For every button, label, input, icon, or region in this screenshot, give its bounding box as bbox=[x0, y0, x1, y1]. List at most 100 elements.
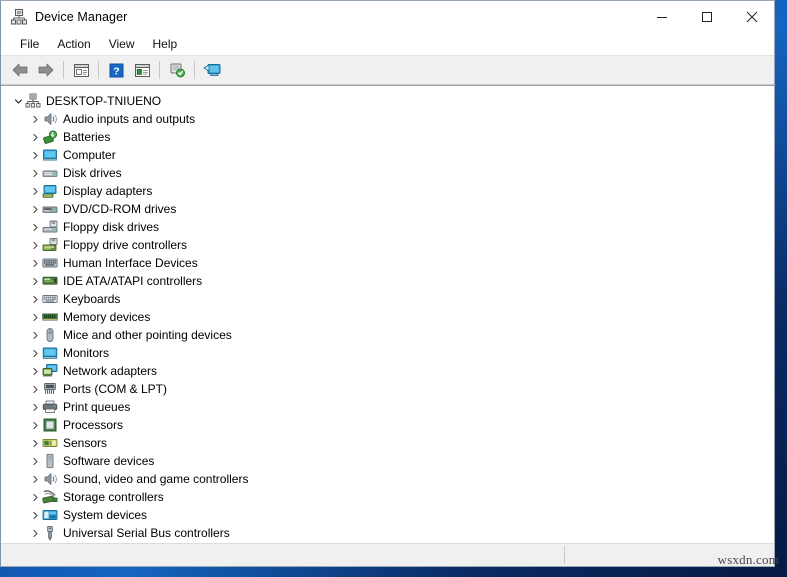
dvd-drive-icon bbox=[42, 201, 58, 217]
chevron-right-icon[interactable] bbox=[28, 115, 42, 124]
tree-node-label: Floppy disk drives bbox=[63, 220, 160, 234]
sound-controller-icon bbox=[42, 471, 58, 487]
tree-node-system-devices[interactable]: System devices bbox=[1, 506, 774, 524]
chevron-right-icon[interactable] bbox=[28, 367, 42, 376]
forward-button[interactable] bbox=[33, 58, 59, 82]
chevron-right-icon[interactable] bbox=[28, 457, 42, 466]
chevron-right-icon[interactable] bbox=[28, 529, 42, 538]
computer-root-icon bbox=[25, 93, 41, 109]
tree-node-processors[interactable]: Processors bbox=[1, 416, 774, 434]
tree-node-label: Memory devices bbox=[63, 310, 151, 324]
tree-node-mice-and-other-pointing-devices[interactable]: Mice and other pointing devices bbox=[1, 326, 774, 344]
tree-node-floppy-disk-drives[interactable]: Floppy disk drives bbox=[1, 218, 774, 236]
chevron-right-icon[interactable] bbox=[28, 385, 42, 394]
chevron-right-icon[interactable] bbox=[28, 421, 42, 430]
tree-root-node[interactable]: DESKTOP-TNIUENO bbox=[1, 92, 774, 110]
speaker-icon bbox=[42, 111, 58, 127]
scan-for-hardware-changes-button[interactable] bbox=[164, 58, 190, 82]
tree-node-batteries[interactable]: Batteries bbox=[1, 128, 774, 146]
chevron-right-icon[interactable] bbox=[28, 277, 42, 286]
mouse-icon bbox=[42, 327, 58, 343]
tree-node-ide-ata-atapi-controllers[interactable]: IDE ATA/ATAPI controllers bbox=[1, 272, 774, 290]
tree-node-label: Mice and other pointing devices bbox=[63, 328, 232, 342]
chevron-right-icon[interactable] bbox=[28, 133, 42, 142]
keyboard-icon bbox=[42, 291, 58, 307]
chevron-right-icon[interactable] bbox=[28, 493, 42, 502]
show-hidden-devices-button[interactable] bbox=[129, 58, 155, 82]
tree-node-sensors[interactable]: Sensors bbox=[1, 434, 774, 452]
menu-help[interactable]: Help bbox=[144, 35, 187, 53]
maximize-button[interactable] bbox=[684, 1, 729, 33]
tree-node-storage-controllers[interactable]: Storage controllers bbox=[1, 488, 774, 506]
device-manager-window: Device Manager File Action View Help ? D… bbox=[0, 0, 775, 567]
chevron-right-icon[interactable] bbox=[28, 295, 42, 304]
chevron-right-icon[interactable] bbox=[28, 439, 42, 448]
sensor-icon bbox=[42, 435, 58, 451]
back-arrow-icon bbox=[11, 62, 29, 78]
chevron-right-icon[interactable] bbox=[28, 241, 42, 250]
monitor-update-icon bbox=[202, 62, 222, 78]
menu-file[interactable]: File bbox=[11, 35, 48, 53]
tree-node-universal-serial-bus-controllers[interactable]: Universal Serial Bus controllers bbox=[1, 524, 774, 542]
processor-icon bbox=[42, 417, 58, 433]
chevron-right-icon[interactable] bbox=[28, 403, 42, 412]
minimize-button[interactable] bbox=[639, 1, 684, 33]
update-driver-button[interactable] bbox=[199, 58, 225, 82]
tree-node-label: DVD/CD-ROM drives bbox=[63, 202, 177, 216]
help-button[interactable]: ? bbox=[103, 58, 129, 82]
tree-node-ports-com-and-lpt[interactable]: Ports (COM & LPT) bbox=[1, 380, 774, 398]
tree-node-memory-devices[interactable]: Memory devices bbox=[1, 308, 774, 326]
port-icon bbox=[42, 381, 58, 397]
help-question-icon: ? bbox=[109, 63, 124, 78]
tree-node-label: Monitors bbox=[63, 346, 110, 360]
tree-node-dvd-cd-rom-drives[interactable]: DVD/CD-ROM drives bbox=[1, 200, 774, 218]
tree-node-keyboards[interactable]: Keyboards bbox=[1, 290, 774, 308]
tree-node-label: Floppy drive controllers bbox=[63, 238, 188, 252]
chevron-right-icon[interactable] bbox=[28, 331, 42, 340]
tree-node-display-adapters[interactable]: Display adapters bbox=[1, 182, 774, 200]
display-adapter-icon bbox=[42, 183, 58, 199]
chevron-right-icon[interactable] bbox=[28, 223, 42, 232]
tree-node-computer[interactable]: Computer bbox=[1, 146, 774, 164]
tree-node-label: Human Interface Devices bbox=[63, 256, 198, 270]
chevron-right-icon[interactable] bbox=[28, 187, 42, 196]
device-tree-pane[interactable]: DESKTOP-TNIUENO Audio inputs and outputs… bbox=[1, 85, 774, 543]
chevron-right-icon[interactable] bbox=[28, 169, 42, 178]
tree-node-sound-video-and-game-controllers[interactable]: Sound, video and game controllers bbox=[1, 470, 774, 488]
chevron-right-icon[interactable] bbox=[28, 205, 42, 214]
menu-view[interactable]: View bbox=[100, 35, 144, 53]
tree-node-label: Audio inputs and outputs bbox=[63, 112, 196, 126]
chevron-right-icon[interactable] bbox=[28, 313, 42, 322]
tree-node-label: Display adapters bbox=[63, 184, 153, 198]
tree-node-software-devices[interactable]: Software devices bbox=[1, 452, 774, 470]
svg-text:?: ? bbox=[113, 65, 119, 77]
tree-node-label: Keyboards bbox=[63, 292, 121, 306]
window-title: Device Manager bbox=[35, 10, 128, 24]
toolbar-separator-4 bbox=[194, 61, 195, 79]
tree-node-label: Sound, video and game controllers bbox=[63, 472, 249, 486]
tree-node-network-adapters[interactable]: Network adapters bbox=[1, 362, 774, 380]
back-button[interactable] bbox=[7, 58, 33, 82]
menu-action[interactable]: Action bbox=[48, 35, 99, 53]
ide-controller-icon bbox=[42, 273, 58, 289]
tree-node-human-interface-devices[interactable]: Human Interface Devices bbox=[1, 254, 774, 272]
chevron-right-icon[interactable] bbox=[28, 259, 42, 268]
properties-icon bbox=[73, 63, 90, 78]
tree-node-print-queues[interactable]: Print queues bbox=[1, 398, 774, 416]
chevron-right-icon[interactable] bbox=[28, 511, 42, 520]
tree-node-disk-drives[interactable]: Disk drives bbox=[1, 164, 774, 182]
chevron-right-icon[interactable] bbox=[28, 475, 42, 484]
tree-node-label: Processors bbox=[63, 418, 124, 432]
properties-button[interactable] bbox=[68, 58, 94, 82]
toolbar: ? bbox=[1, 56, 774, 85]
tree-node-floppy-drive-controllers[interactable]: Floppy drive controllers bbox=[1, 236, 774, 254]
computer-icon bbox=[42, 147, 58, 163]
tree-node-monitors[interactable]: Monitors bbox=[1, 344, 774, 362]
tree-node-audio-inputs-and-outputs[interactable]: Audio inputs and outputs bbox=[1, 110, 774, 128]
close-button[interactable] bbox=[729, 1, 774, 33]
window-titlebar[interactable]: Device Manager bbox=[1, 1, 774, 33]
chevron-right-icon[interactable] bbox=[28, 349, 42, 358]
chevron-down-icon[interactable] bbox=[11, 97, 25, 106]
battery-icon bbox=[42, 129, 58, 145]
chevron-right-icon[interactable] bbox=[28, 151, 42, 160]
